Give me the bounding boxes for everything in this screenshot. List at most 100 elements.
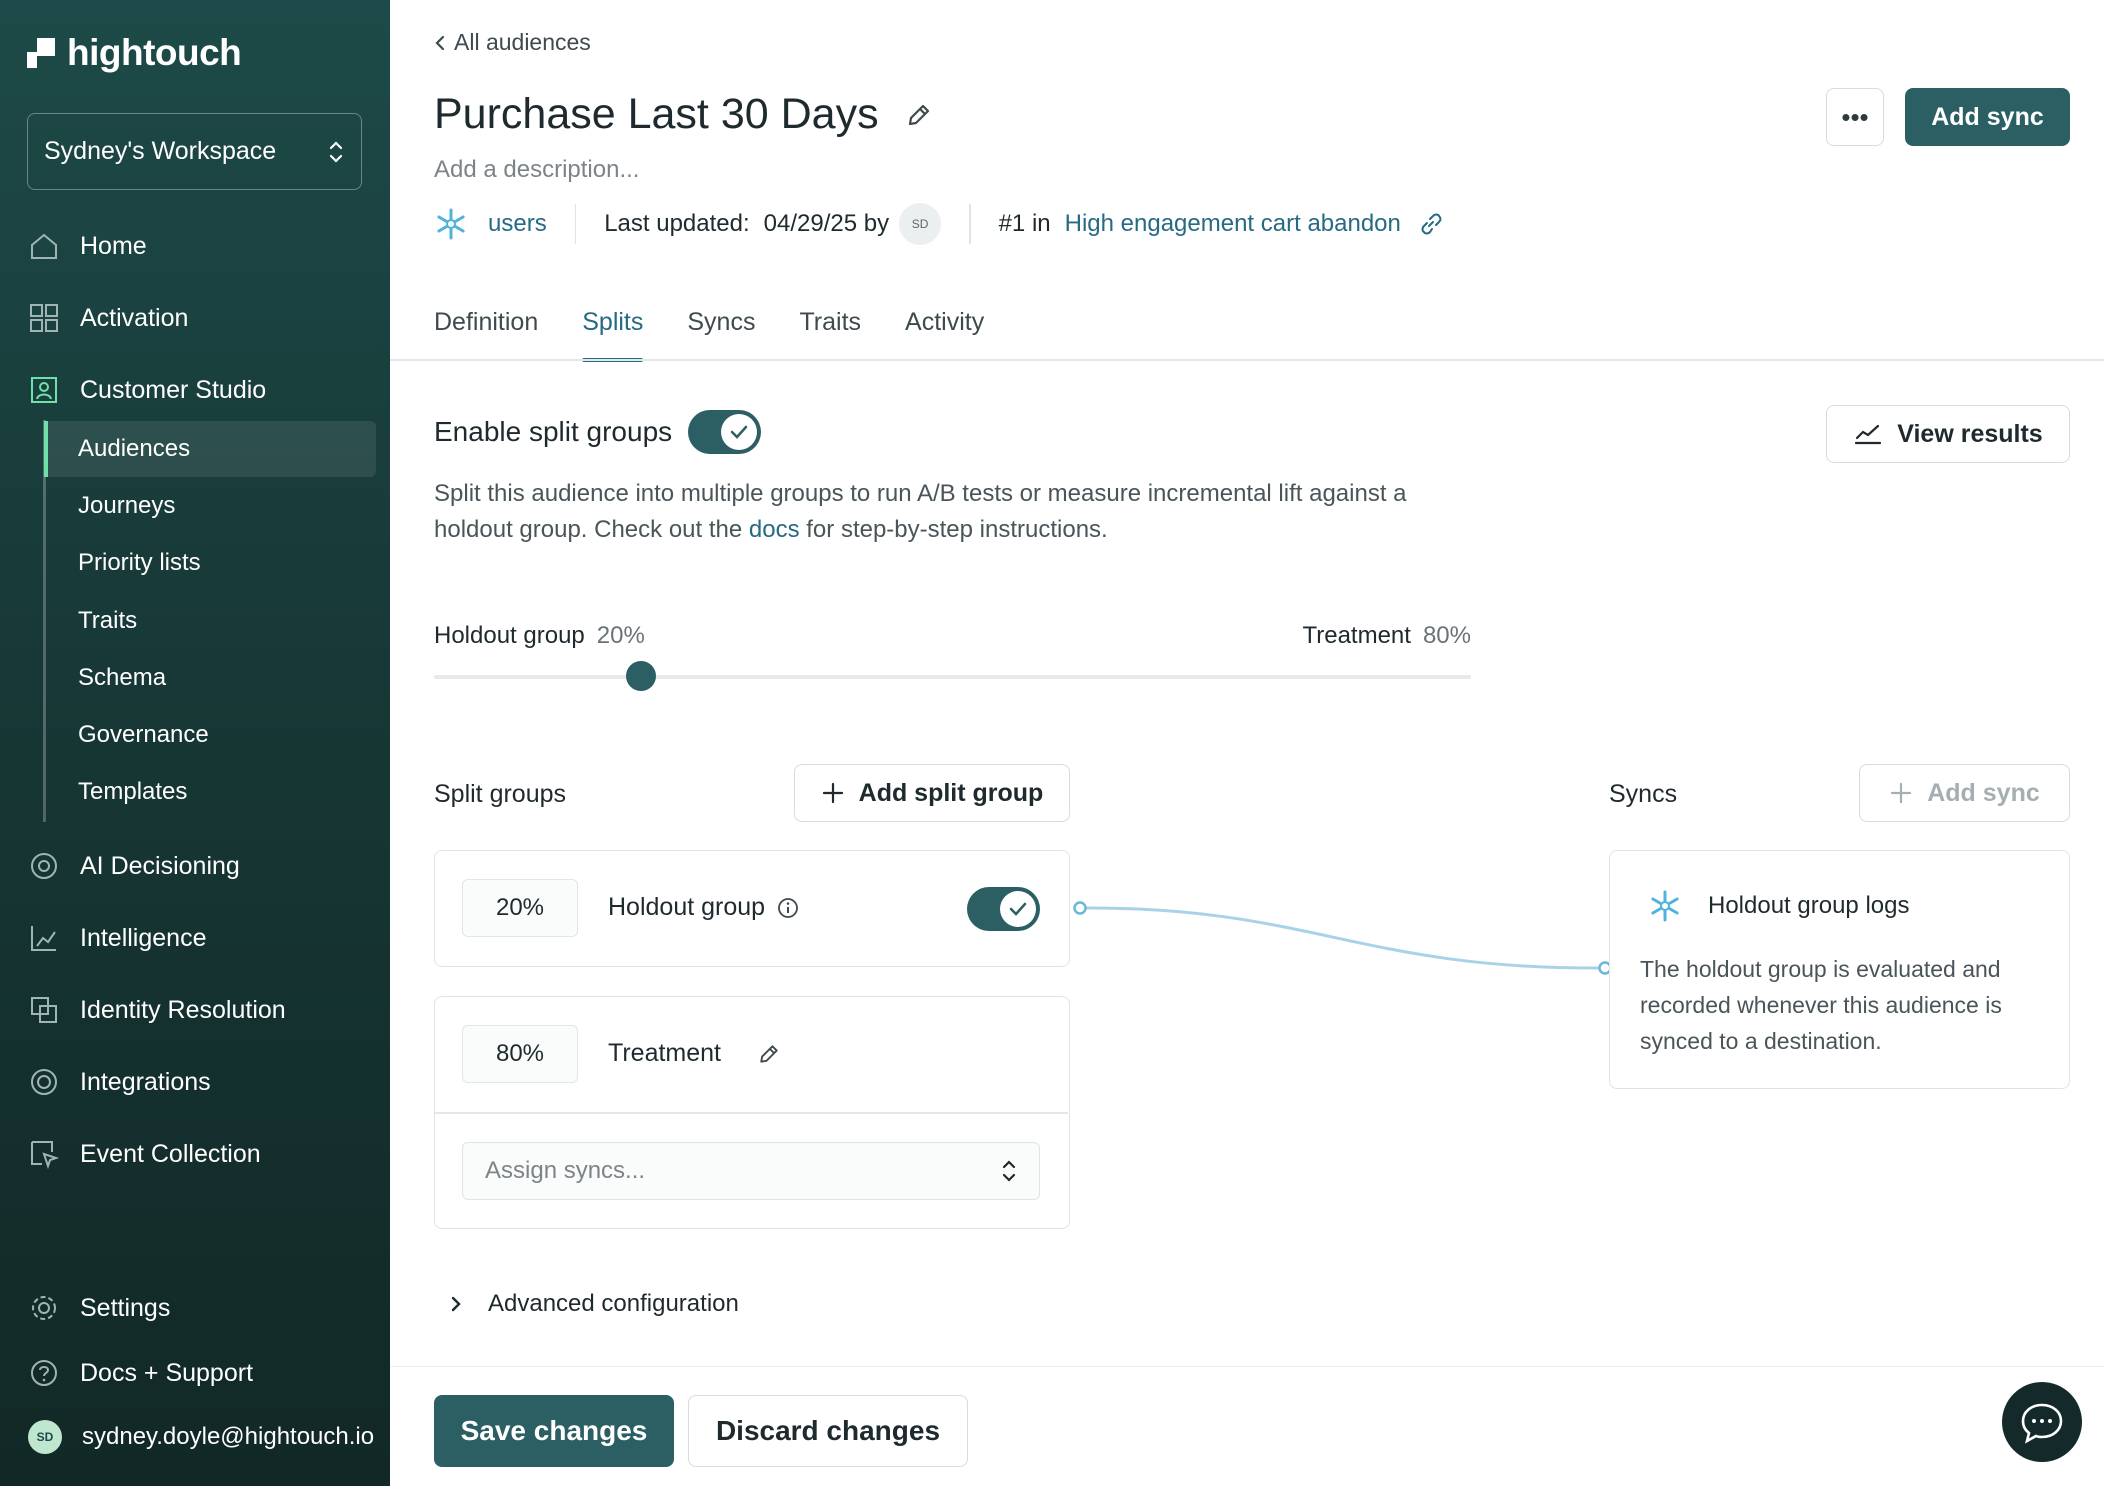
check-icon <box>1009 902 1027 916</box>
advanced-configuration-toggle[interactable]: Advanced configuration <box>450 1290 739 1318</box>
more-options-button[interactable]: ••• <box>1826 88 1884 146</box>
source-link[interactable]: users <box>488 210 547 238</box>
sidebar-subitem-templates[interactable]: Templates <box>78 778 187 806</box>
snowflake-icon <box>437 208 465 240</box>
toggle-knob <box>1000 891 1036 927</box>
tab-syncs[interactable]: Syncs <box>687 308 755 362</box>
back-link[interactable]: All audiences <box>434 29 591 56</box>
view-results-button[interactable]: View results <box>1826 405 2070 463</box>
enable-split-groups-toggle[interactable] <box>688 410 762 454</box>
sidebar-subitem-governance[interactable]: Governance <box>78 721 209 749</box>
sidebar-item-settings[interactable]: Settings <box>28 1292 170 1324</box>
sidebar-item-integrations[interactable]: Integrations <box>28 1066 211 1098</box>
enable-split-groups-label: Enable split groups <box>434 416 673 447</box>
holdout-percent-input[interactable]: 20% <box>462 879 578 937</box>
tab-definition[interactable]: Definition <box>434 308 538 362</box>
link-icon[interactable] <box>1419 212 1443 236</box>
sidebar-item-docs-support[interactable]: Docs + Support <box>28 1357 253 1389</box>
holdout-label: Holdout group <box>434 622 585 649</box>
holdout-group-name: Holdout group <box>608 893 799 922</box>
chart-line-icon <box>1855 424 1882 445</box>
sync-card-title: Holdout group logs <box>1708 892 1910 919</box>
description-input[interactable]: Add a description... <box>434 156 639 184</box>
check-icon <box>730 425 748 439</box>
treatment-slider-label: Treatment 80% <box>1302 622 1471 650</box>
activation-icon <box>30 304 58 332</box>
chevron-left-icon <box>435 35 445 50</box>
slider-thumb[interactable] <box>626 661 657 691</box>
ai-decisioning-icon <box>31 853 57 879</box>
pencil-icon[interactable] <box>757 1042 781 1066</box>
submenu-line <box>43 420 46 822</box>
sidebar-subitem-priority-lists[interactable]: Priority lists <box>78 549 201 577</box>
sidebar-item-identity-resolution[interactable]: Identity Resolution <box>28 994 286 1026</box>
plus-icon <box>822 782 843 804</box>
sidebar-subitem-schema[interactable]: Schema <box>78 664 166 692</box>
sidebar-item-customer-studio[interactable]: Customer Studio <box>28 374 266 406</box>
card-divider <box>435 1112 1068 1114</box>
logo[interactable]: hightouch <box>27 32 242 74</box>
help-icon <box>31 1360 57 1386</box>
toggle-knob <box>721 414 758 450</box>
sync-card-header: Holdout group logs <box>1648 889 1909 923</box>
holdout-sync-card: Holdout group logs The holdout group is … <box>1609 850 2070 1089</box>
docs-link[interactable]: docs <box>749 516 800 543</box>
info-icon[interactable] <box>777 897 799 919</box>
audience-meta: users Last updated: 04/29/25 by SD #1 in… <box>434 203 1443 245</box>
sidebar-item-activation[interactable]: Activation <box>28 302 188 334</box>
tab-splits[interactable]: Splits <box>582 308 644 362</box>
sidebar-item-label: AI Decisioning <box>80 851 240 880</box>
tab-activity[interactable]: Activity <box>905 308 984 362</box>
home-icon <box>31 233 57 259</box>
tab-traits[interactable]: Traits <box>799 308 861 362</box>
sidebar-subitem-traits[interactable]: Traits <box>78 607 137 635</box>
workspace-switcher[interactable]: Sydney's Workspace <box>27 113 362 190</box>
event-collection-icon <box>31 1141 60 1170</box>
holdout-pct: 20% <box>596 622 645 649</box>
split-group-card-treatment: 80% Treatment Assign syncs... <box>434 996 1070 1229</box>
treatment-percent-input[interactable]: 80% <box>462 1025 578 1083</box>
gear-icon <box>32 1296 56 1320</box>
sidebar-item-event-collection[interactable]: Event Collection <box>28 1138 261 1170</box>
sidebar-item-label: Home <box>80 231 147 260</box>
chevron-up-down-icon <box>329 140 343 163</box>
sidebar-item-label: Activation <box>80 303 189 332</box>
save-changes-button[interactable]: Save changes <box>434 1395 674 1467</box>
treatment-pct: 80% <box>1422 622 1471 649</box>
intro-text-end: for step-by-step instructions. <box>799 516 1108 543</box>
sidebar-subitem-journeys[interactable]: Journeys <box>78 492 175 520</box>
plus-icon <box>1891 782 1912 804</box>
avatar: SD <box>28 1420 62 1454</box>
discard-changes-button[interactable]: Discard changes <box>688 1395 968 1467</box>
enable-split-groups-row: Enable split groups <box>434 410 762 454</box>
add-split-group-button[interactable]: Add split group <box>794 764 1070 822</box>
integrations-icon <box>31 1069 57 1095</box>
pencil-icon[interactable] <box>905 101 933 129</box>
add-sync-disabled-button[interactable]: Add sync <box>1859 764 2070 822</box>
sidebar-user[interactable]: SD sydney.doyle@hightouch.io <box>28 1420 374 1454</box>
holdout-slider-label: Holdout group 20% <box>434 622 645 650</box>
add-sync-label: Add sync <box>1927 778 2040 807</box>
holdout-group-label: Holdout group <box>608 893 766 921</box>
slider-labels: Holdout group 20% Treatment 80% <box>434 622 1471 650</box>
treatment-group-label: Treatment <box>608 1039 722 1067</box>
syncs-label: Syncs <box>1609 780 1678 808</box>
add-sync-button[interactable]: Add sync <box>1905 88 2070 146</box>
divider <box>574 204 577 244</box>
sidebar-item-label: Docs + Support <box>80 1358 254 1387</box>
back-link-label: All audiences <box>454 29 591 55</box>
split-slider[interactable] <box>434 661 1471 691</box>
last-updated-value: 04/29/25 by <box>763 210 890 237</box>
sidebar-item-intelligence[interactable]: Intelligence <box>28 922 206 954</box>
sidebar-item-ai-decisioning[interactable]: AI Decisioning <box>28 850 240 882</box>
intelligence-icon <box>31 926 56 951</box>
assign-syncs-select[interactable]: Assign syncs... <box>462 1142 1040 1200</box>
sidebar-item-home[interactable]: Home <box>28 230 147 262</box>
footer-bar: Save changes Discard changes <box>390 1366 2104 1486</box>
sidebar-item-label: Customer Studio <box>80 375 267 404</box>
holdout-group-toggle[interactable] <box>967 887 1040 931</box>
sidebar-subitem-audiences[interactable]: Audiences <box>78 435 190 463</box>
priority-list-link[interactable]: High engagement cart abandon <box>1065 210 1401 238</box>
chat-icon <box>2021 1403 2063 1444</box>
chat-button[interactable] <box>2002 1382 2082 1462</box>
